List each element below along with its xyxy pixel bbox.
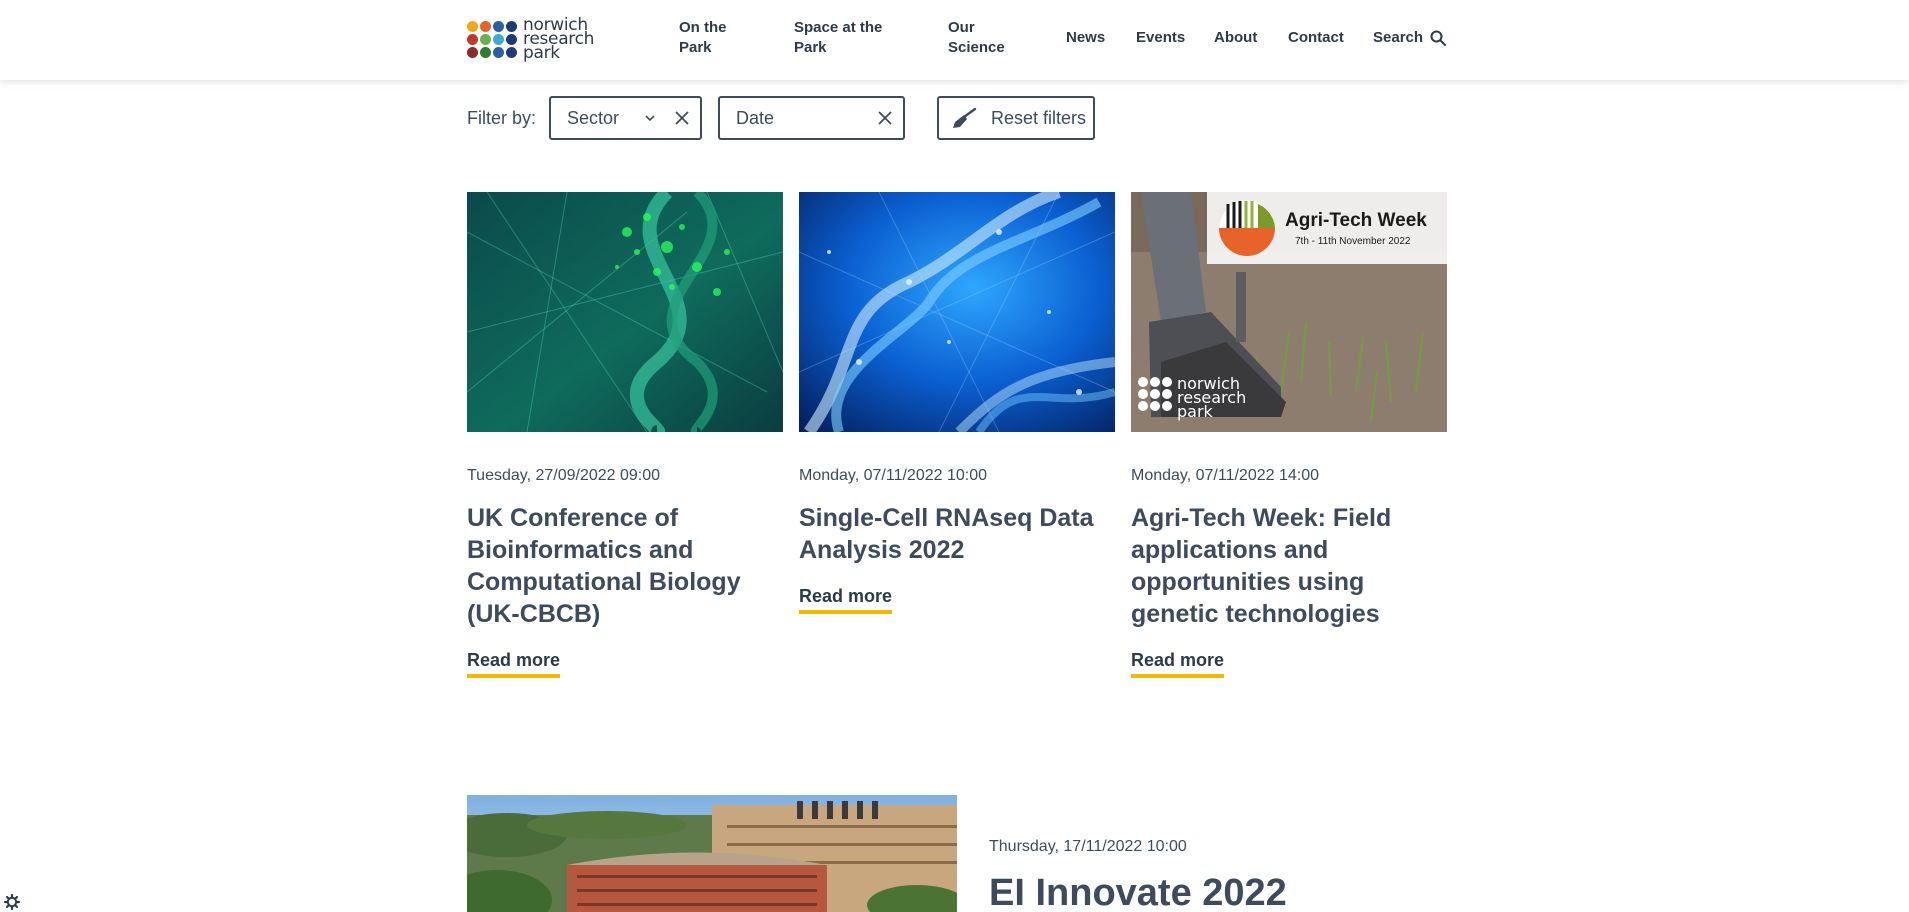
image-watermark-line: park	[1177, 402, 1214, 421]
search-label: Search	[1373, 29, 1424, 46]
event-image-agri-tech-week[interactable]: Agri-Tech Week 7th - 11th November 2022 …	[1131, 192, 1447, 432]
nav-item-contact[interactable]: Contact	[1288, 28, 1344, 48]
clear-date-icon[interactable]	[877, 110, 893, 126]
nav-item-space-at-the-park[interactable]: Space at the Park	[794, 18, 882, 58]
nav-item-events[interactable]: Events	[1136, 28, 1185, 48]
event-title[interactable]: UK Conference of Bioinformatics and Comp…	[467, 502, 783, 630]
read-more-link[interactable]: Read more	[467, 650, 561, 678]
event-image-dna-green[interactable]	[467, 192, 783, 432]
clear-sector-icon[interactable]	[674, 110, 690, 126]
featured-event-title[interactable]: EI Innovate 2022	[989, 872, 1287, 912]
date-filter-label: Date	[736, 107, 775, 128]
event-title[interactable]: Single-Cell RNAseq Data Analysis 2022	[799, 502, 1115, 566]
nav-item-on-the-park[interactable]: On the Park	[679, 18, 727, 58]
reset-filters-label: Reset filters	[991, 107, 1087, 128]
read-more-link[interactable]: Read more	[1131, 650, 1225, 678]
nav-item-about[interactable]: About	[1214, 28, 1257, 48]
event-image-dna-blue[interactable]	[799, 192, 1115, 432]
event-card: Tuesday, 27/09/2022 09:00 UK Conference …	[467, 192, 783, 678]
sector-filter-label: Sector	[567, 107, 620, 128]
event-date: Tuesday, 27/09/2022 09:00	[467, 467, 661, 484]
event-date: Monday, 07/11/2022 10:00	[799, 467, 987, 484]
chevron-down-icon	[645, 115, 655, 122]
sector-filter-select[interactable]: Sector	[549, 96, 702, 140]
event-date: Monday, 07/11/2022 14:00	[1131, 467, 1319, 484]
event-card: Monday, 07/11/2022 10:00 Single-Cell RNA…	[799, 192, 1115, 614]
featured-event-image[interactable]	[467, 795, 957, 912]
search-button[interactable]: Search	[1373, 28, 1447, 48]
agri-banner-title: Agri-Tech Week	[1285, 210, 1427, 231]
event-card: Agri-Tech Week 7th - 11th November 2022 …	[1131, 192, 1447, 678]
event-title[interactable]: Agri-Tech Week: Field applications and o…	[1131, 502, 1447, 630]
featured-event-date: Thursday, 17/11/2022 10:00	[989, 838, 1187, 855]
nav-item-our-science[interactable]: Our Science	[948, 18, 1005, 58]
site-header: norwich research park On the Park Space a…	[0, 0, 1909, 80]
nav-item-news[interactable]: News	[1066, 28, 1105, 48]
agri-banner-dates: 7th - 11th November 2022	[1295, 236, 1411, 247]
date-filter-input[interactable]: Date	[718, 96, 905, 140]
read-more-link[interactable]: Read more	[799, 586, 893, 614]
reset-filters-button[interactable]: Reset filters	[937, 96, 1095, 140]
broom-icon	[953, 107, 977, 128]
search-icon	[1430, 30, 1447, 46]
filter-label: Filter by:	[467, 108, 537, 128]
main-nav: On the Park Space at the Park Our Science N…	[0, 0, 1909, 80]
cookie-settings-icon[interactable]	[4, 894, 20, 910]
